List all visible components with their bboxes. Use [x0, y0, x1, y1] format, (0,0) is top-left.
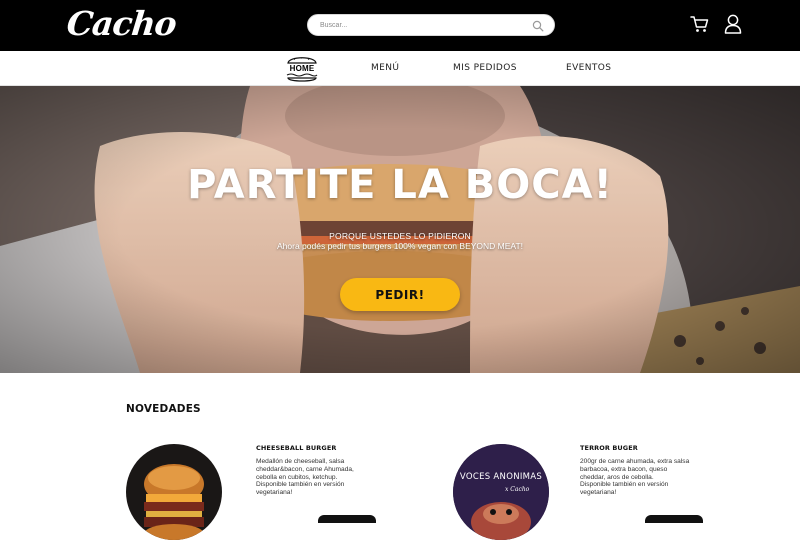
nav-item-mis-pedidos[interactable]: MIS PEDIDOS — [453, 63, 517, 73]
section-title-novedades: NOVEDADES — [126, 403, 201, 415]
hero-image — [0, 86, 800, 373]
nav-item-eventos[interactable]: EVENTOS — [566, 63, 611, 73]
description-line: cebolla en cubitos, ketchup. — [256, 474, 374, 482]
main-nav: HOME MENÚ MIS PEDIDOS EVENTOS — [0, 51, 800, 86]
terror-buger-image[interactable]: VOCES ANONIMAS x Cacho — [453, 444, 549, 540]
product-name: TERROR BUGER — [580, 444, 638, 452]
hero-banner: PARTITE LA BOCA! PORQUE USTEDES LO PIDIE… — [0, 86, 800, 373]
description-line: Disponible también en versión — [580, 481, 705, 489]
add-to-cart-button[interactable] — [645, 515, 703, 523]
hero-subtitle-1: PORQUE USTEDES LO PIDIERON — [0, 231, 800, 241]
burger-photo — [126, 444, 222, 540]
description-line: Disponible también en versión — [256, 481, 374, 489]
description-line: cheddar&bacon, carne Ahumada, — [256, 466, 374, 474]
order-button[interactable]: PEDIR! — [340, 278, 460, 311]
image-caption: VOCES ANONIMAS — [453, 472, 549, 482]
search-icon[interactable] — [532, 20, 544, 32]
nav-home-label: HOME — [285, 64, 319, 73]
description-line: vegetariana! — [580, 489, 705, 497]
hero-title: PARTITE LA BOCA! — [0, 162, 800, 208]
search-input[interactable] — [320, 19, 530, 32]
description-line: cheddar, aros de cebolla. — [580, 474, 705, 482]
add-to-cart-button[interactable] — [318, 515, 376, 523]
cart-icon[interactable] — [690, 15, 709, 33]
description-line: 200gr de carne ahumada, extra salsa — [580, 458, 705, 466]
description-line: vegetariana! — [256, 489, 374, 497]
description-line: barbacoa, extra bacon, queso — [580, 466, 705, 474]
top-bar: Cacho — [0, 0, 800, 51]
user-icon[interactable] — [724, 14, 742, 34]
brand-logo[interactable]: Cacho — [65, 4, 178, 43]
image-subcaption: x Cacho — [505, 486, 529, 493]
product-description: 200gr de carne ahumada, extra salsa barb… — [580, 458, 705, 497]
product-name: CHEESEBALL BURGER — [256, 444, 336, 452]
description-line: Medallón de cheeseball, salsa — [256, 458, 374, 466]
burger-photo — [453, 444, 549, 540]
search-box[interactable] — [307, 14, 555, 36]
hero-subtitle-2: Ahora podés pedir tus burgers 100% vegan… — [0, 241, 800, 251]
product-description: Medallón de cheeseball, salsa cheddar&ba… — [256, 458, 374, 497]
nav-home[interactable]: HOME — [285, 53, 319, 84]
nav-item-menu[interactable]: MENÚ — [371, 63, 399, 73]
cheeseball-burger-image[interactable] — [126, 444, 222, 540]
